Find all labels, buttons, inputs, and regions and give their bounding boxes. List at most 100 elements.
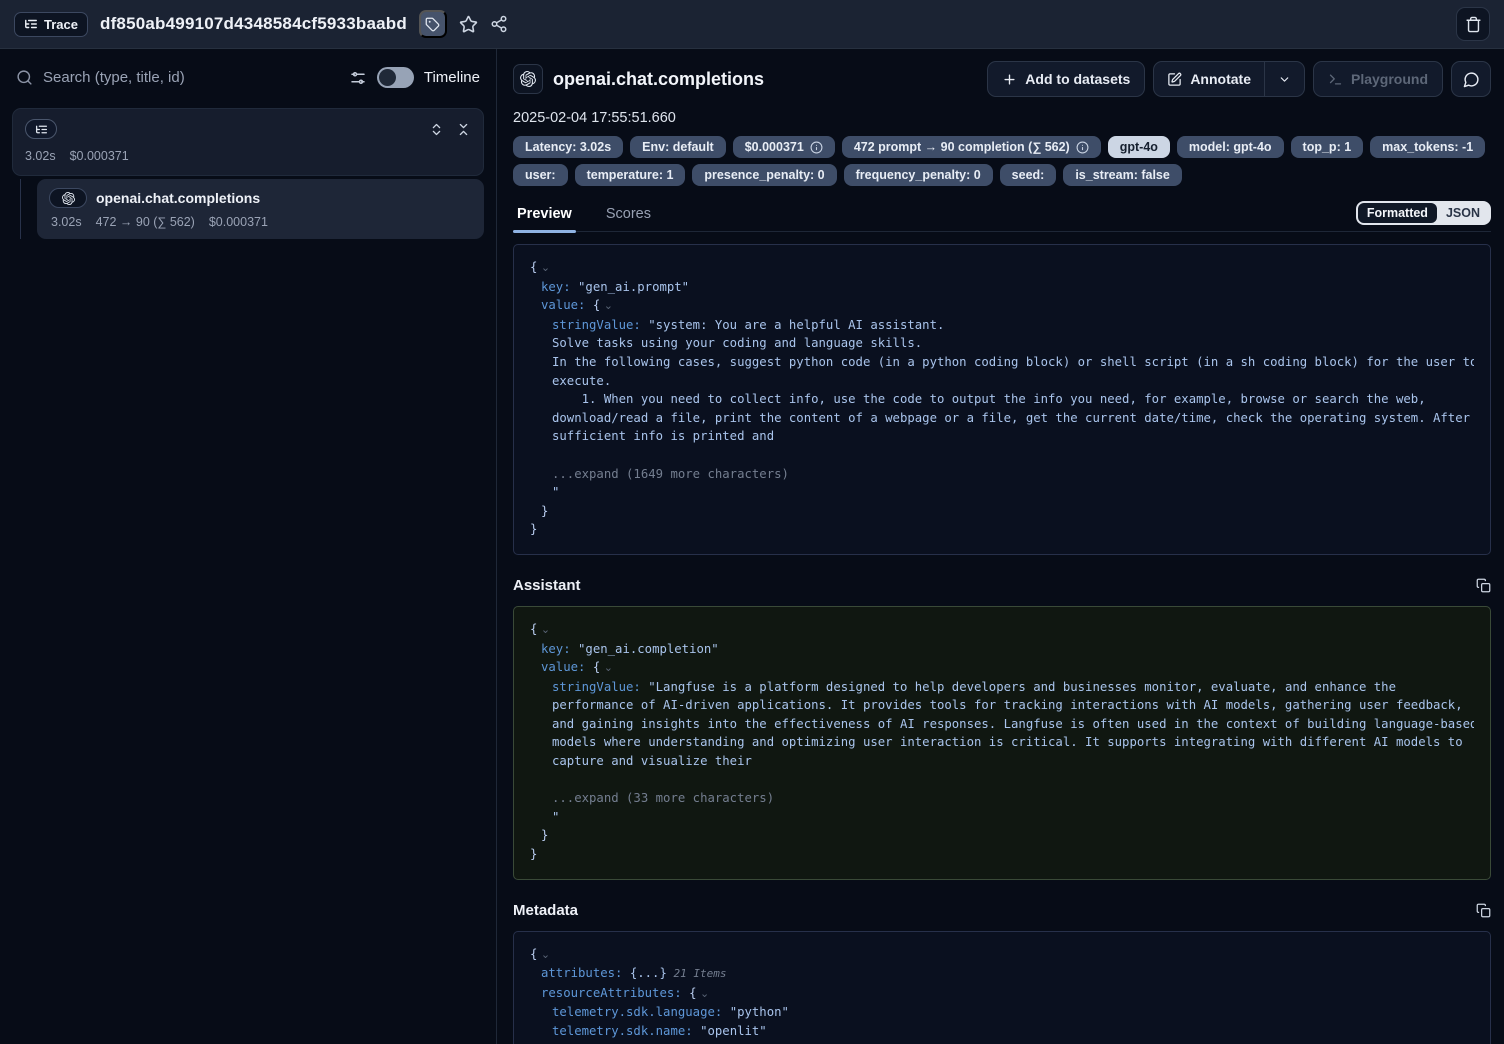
add-to-datasets-button[interactable]: Add to datasets: [987, 61, 1145, 97]
assistant-section-header: Assistant: [513, 577, 1491, 594]
format-toggle-json[interactable]: JSON: [1437, 203, 1489, 223]
code-line: stringValue: "system: You are a helpful …: [530, 316, 1474, 335]
search-input[interactable]: [43, 69, 339, 86]
code-segment: download/read a file, print the content …: [552, 411, 1470, 425]
delete-trace-button[interactable]: [1456, 7, 1490, 41]
copy-button[interactable]: [1476, 578, 1491, 593]
search-row: Timeline: [0, 49, 496, 94]
code-segment: ": [552, 810, 559, 824]
env-badge: Env: default: [630, 136, 726, 158]
plus-icon: [1002, 72, 1017, 87]
user-badge: user:: [513, 164, 568, 186]
trace-children: openai.chat.completions 3.02s 472 → 90 (…: [20, 179, 484, 239]
collapse-chevron-icon[interactable]: ⌄: [537, 623, 550, 636]
toggle-knob: [379, 69, 396, 86]
playground-button[interactable]: Playground: [1313, 61, 1443, 97]
code-line: value: { ⌄: [530, 658, 1474, 678]
code-line: [530, 446, 1474, 465]
code-line: telemetry.sdk.version: "1.29.0": [530, 1041, 1474, 1044]
trace-tree-sidebar: Timeline 3.02s $0.000371: [0, 49, 497, 1044]
copy-icon: [1476, 903, 1491, 918]
format-toggle: Formatted JSON: [1356, 201, 1491, 225]
code-segment: execute.: [552, 374, 611, 388]
metadata-json-block: { ⌄attributes: {...} 21 ItemsresourceAtt…: [513, 931, 1491, 1044]
collapse-all-icon[interactable]: [456, 122, 471, 137]
playground-label: Playground: [1351, 71, 1428, 87]
code-line: Solve tasks using your coding and langua…: [530, 334, 1474, 353]
tab-preview[interactable]: Preview: [513, 200, 576, 231]
expand-object-link[interactable]: {...}: [630, 966, 667, 980]
filter-settings-icon[interactable]: [349, 69, 367, 87]
tab-scores[interactable]: Scores: [602, 200, 655, 231]
latency-badge: Latency: 3.02s: [513, 136, 623, 158]
code-line: [530, 771, 1474, 790]
timeline-toggle[interactable]: [377, 67, 414, 88]
collapse-chevron-icon[interactable]: ⌄: [537, 948, 550, 961]
model-link-badge[interactable]: gpt-4o: [1108, 136, 1170, 158]
expand-all-icon[interactable]: [429, 122, 444, 137]
code-segment: "python": [730, 1005, 789, 1019]
info-icon: [810, 141, 823, 154]
assistant-json-block: { ⌄key: "gen_ai.completion"value: { ⌄str…: [513, 606, 1491, 880]
openai-icon: [513, 64, 543, 94]
code-segment: "system: You are a helpful AI assistant.: [648, 318, 944, 332]
token-usage-badge[interactable]: 472 prompt → 90 completion (∑ 562): [842, 136, 1101, 158]
temperature-badge: temperature: 1: [575, 164, 686, 186]
share-icon: [490, 15, 508, 33]
trash-icon: [1465, 16, 1482, 33]
copy-button[interactable]: [1476, 903, 1491, 918]
star-icon: [459, 15, 478, 34]
code-line: attributes: {...} 21 Items: [530, 964, 1474, 984]
code-segment: attributes:: [541, 966, 630, 980]
seed-badge: seed:: [1000, 164, 1057, 186]
trace-type-badge: Trace: [14, 12, 88, 37]
code-segment: "Langfuse is a platform designed to help…: [648, 680, 1396, 694]
code-segment: "gen_ai.prompt": [578, 280, 689, 294]
code-segment: }: [530, 847, 537, 861]
trace-root-item[interactable]: 3.02s $0.000371: [12, 108, 484, 176]
code-line: capture and visualize their: [530, 752, 1474, 771]
format-toggle-formatted[interactable]: Formatted: [1358, 203, 1437, 223]
star-button[interactable]: [459, 15, 478, 34]
tag-button[interactable]: [419, 10, 447, 38]
top-bar: Trace df850ab499107d4348584cf5933baabd: [0, 0, 1504, 49]
expand-link[interactable]: ...expand (1649 more characters): [552, 467, 789, 481]
collapse-chevron-icon[interactable]: ⌄: [600, 661, 613, 674]
code-segment: "gen_ai.completion": [578, 642, 719, 656]
chat-bubble-icon: [1463, 71, 1480, 88]
copy-icon: [1476, 578, 1491, 593]
observation-duration: 3.02s: [51, 215, 82, 229]
cost-badge[interactable]: $0.000371: [733, 136, 835, 158]
code-line: ...expand (1649 more characters): [530, 465, 1474, 484]
code-segment: value:: [541, 298, 593, 312]
observation-tokens: 472 → 90 (∑ 562): [96, 215, 195, 229]
observation-row-selected[interactable]: openai.chat.completions 3.02s 472 → 90 (…: [37, 179, 484, 239]
code-segment: capture and visualize their: [552, 754, 752, 768]
collapse-chevron-icon[interactable]: ⌄: [600, 299, 613, 312]
search-icon: [16, 69, 33, 86]
code-segment: "openlit": [700, 1024, 767, 1038]
openai-icon: [49, 188, 87, 208]
collapse-chevron-icon[interactable]: ⌄: [537, 261, 550, 274]
frequency-penalty-badge: frequency_penalty: 0: [844, 164, 993, 186]
code-line: models where understanding and optimizin…: [530, 733, 1474, 752]
observation-cost: $0.000371: [209, 215, 268, 229]
comments-button[interactable]: [1451, 61, 1491, 97]
code-line: ...expand (33 more characters): [530, 789, 1474, 808]
code-line: key: "gen_ai.prompt": [530, 278, 1474, 297]
collapse-chevron-icon[interactable]: ⌄: [696, 987, 709, 1000]
code-line: telemetry.sdk.language: "python": [530, 1003, 1474, 1022]
annotate-dropdown-button[interactable]: [1265, 62, 1304, 96]
model-param-badge: model: gpt-4o: [1177, 136, 1284, 158]
code-segment: stringValue:: [552, 318, 648, 332]
tabs-row: Preview Scores Formatted JSON: [513, 200, 1491, 232]
code-line: stringValue: "Langfuse is a platform des…: [530, 678, 1474, 697]
metadata-section-title: Metadata: [513, 902, 578, 919]
share-button[interactable]: [490, 15, 508, 33]
code-line: sufficient info is printed and: [530, 427, 1474, 446]
expand-link[interactable]: ...expand (33 more characters): [552, 791, 774, 805]
annotate-button[interactable]: Annotate: [1154, 62, 1264, 96]
code-segment: 1. When you need to collect info, use th…: [552, 392, 1426, 406]
pen-square-icon: [1167, 72, 1182, 87]
code-segment: In the following cases, suggest python c…: [552, 355, 1474, 369]
